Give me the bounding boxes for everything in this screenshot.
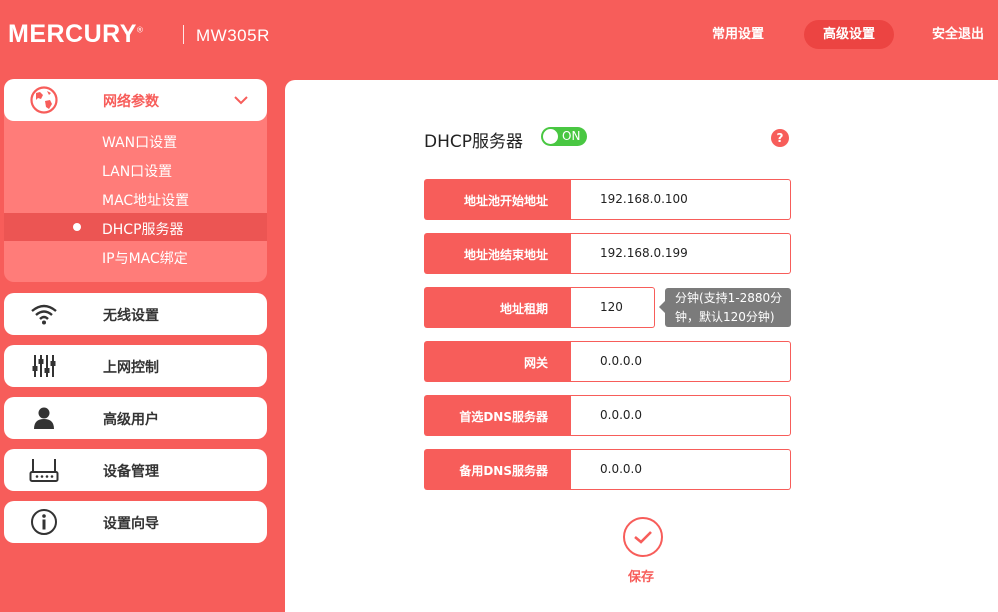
field-label: 网关 bbox=[424, 341, 571, 382]
gateway-input[interactable]: 0.0.0.0 bbox=[571, 341, 791, 382]
toggle-knob bbox=[543, 129, 558, 144]
sidebar-item-wan[interactable]: WAN口设置 bbox=[102, 132, 177, 152]
sidebar: 网络参数 WAN口设置 LAN口设置 MAC地址设置 DHCP服务器 IP与MA… bbox=[4, 79, 267, 543]
header: MERCURY® MW305R 常用设置 高级设置 安全退出 bbox=[0, 0, 998, 68]
sidebar-item-dhcp[interactable]: DHCP服务器 bbox=[102, 219, 184, 239]
toggle-state: ON bbox=[562, 129, 581, 143]
field-label: 首选DNS服务器 bbox=[424, 395, 571, 436]
page-title: DHCP服务器 bbox=[424, 132, 523, 152]
menu-label: 网络参数 bbox=[103, 94, 159, 110]
menu-label: 无线设置 bbox=[103, 308, 159, 324]
menu-device-management[interactable]: 设备管理 bbox=[4, 449, 267, 491]
field-label: 备用DNS服务器 bbox=[424, 449, 571, 490]
pool-start-input[interactable]: 192.168.0.100 bbox=[571, 179, 791, 220]
menu-internet-control[interactable]: 上网控制 bbox=[4, 345, 267, 387]
menu-network-params-header[interactable]: 网络参数 bbox=[4, 79, 267, 121]
chevron-down-icon[interactable] bbox=[233, 92, 249, 111]
brand-logo: MERCURY® bbox=[8, 20, 144, 48]
menu-network-params: 网络参数 WAN口设置 LAN口设置 MAC地址设置 DHCP服务器 IP与MA… bbox=[4, 79, 267, 282]
logo-divider bbox=[183, 25, 184, 44]
lease-time-input[interactable]: 120 bbox=[571, 287, 655, 328]
tooltip-line: 分钟(支持1-2880分 bbox=[675, 291, 783, 305]
wifi-icon bbox=[26, 301, 62, 327]
user-icon bbox=[26, 405, 62, 431]
nav-common-settings[interactable]: 常用设置 bbox=[700, 20, 776, 49]
router-icon bbox=[26, 457, 62, 483]
sidebar-item-lan[interactable]: LAN口设置 bbox=[102, 161, 172, 181]
menu-advanced-users[interactable]: 高级用户 bbox=[4, 397, 267, 439]
globe-icon bbox=[26, 86, 62, 114]
save-label[interactable]: 保存 bbox=[628, 566, 654, 585]
active-dot-icon bbox=[73, 223, 81, 231]
menu-label: 设备管理 bbox=[103, 464, 159, 480]
sidebar-item-ip-mac-binding[interactable]: IP与MAC绑定 bbox=[102, 248, 188, 268]
sidebar-item-mac[interactable]: MAC地址设置 bbox=[102, 190, 189, 210]
field-label: 地址池结束地址 bbox=[424, 233, 571, 274]
main-panel: DHCP服务器 ON ? 地址池开始地址 192.168.0.100 地址池结束… bbox=[285, 80, 998, 612]
model-name: MW305R bbox=[196, 26, 270, 45]
menu-label: 高级用户 bbox=[103, 412, 159, 428]
pool-end-input[interactable]: 192.168.0.199 bbox=[571, 233, 791, 274]
menu-wireless[interactable]: 无线设置 bbox=[4, 293, 267, 335]
tooltip-line: 钟，默认120分钟) bbox=[675, 310, 775, 324]
lease-time-tooltip: 分钟(支持1-2880分 钟，默认120分钟) bbox=[659, 288, 791, 327]
menu-label: 设置向导 bbox=[103, 516, 159, 532]
checkmark-icon bbox=[634, 531, 652, 544]
menu-label: 上网控制 bbox=[103, 360, 159, 376]
sliders-icon bbox=[26, 353, 62, 379]
nav-logout[interactable]: 安全退出 bbox=[920, 20, 996, 49]
help-icon[interactable]: ? bbox=[771, 129, 789, 147]
primary-dns-input[interactable]: 0.0.0.0 bbox=[571, 395, 791, 436]
secondary-dns-input[interactable]: 0.0.0.0 bbox=[571, 449, 791, 490]
field-label: 地址池开始地址 bbox=[424, 179, 571, 220]
info-icon bbox=[26, 509, 62, 535]
field-label: 地址租期 bbox=[424, 287, 571, 328]
dhcp-toggle[interactable]: ON bbox=[541, 127, 587, 146]
menu-setup-wizard[interactable]: 设置向导 bbox=[4, 501, 267, 543]
nav-advanced-settings[interactable]: 高级设置 bbox=[804, 20, 894, 49]
save-button[interactable] bbox=[623, 517, 663, 557]
